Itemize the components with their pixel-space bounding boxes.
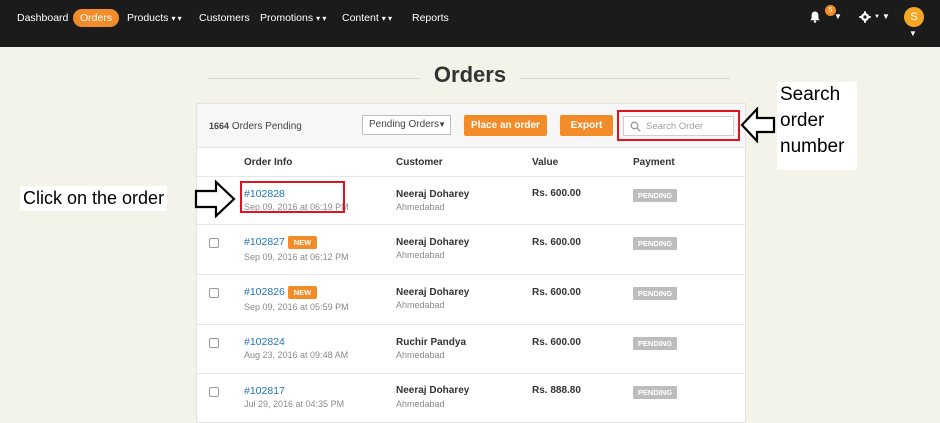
order-number-link[interactable]: #102824	[244, 336, 285, 348]
header-customer: Customer	[396, 157, 443, 168]
place-order-button[interactable]: Place an order	[464, 115, 547, 136]
header-order-info: Order Info	[244, 157, 293, 168]
nav-promotions-label: Promotions	[260, 12, 314, 24]
chevron-down-icon[interactable]: ▼	[882, 12, 890, 21]
payment-status-badge: PENDING	[633, 386, 677, 399]
search-highlight-box	[617, 110, 740, 141]
payment-status-badge: PENDING	[633, 237, 677, 250]
customer-city: Ahmedabad	[396, 250, 445, 260]
row-divider	[197, 373, 745, 374]
nav-content-label: Content	[342, 12, 379, 24]
order-highlight-box	[240, 181, 345, 213]
customer-name: Neeraj Doharey	[396, 287, 470, 298]
new-badge: NEW	[288, 286, 317, 299]
chevron-down-icon[interactable]: ▼	[909, 29, 917, 38]
export-button[interactable]: Export	[560, 115, 613, 136]
order-number-link[interactable]: #102817	[244, 385, 285, 397]
nav-orders-label: Orders	[80, 12, 113, 24]
order-number-link[interactable]: #102827	[244, 236, 285, 248]
nav-products[interactable]: Products ▾ ▾	[127, 9, 182, 27]
bell-icon[interactable]	[810, 11, 820, 23]
row-divider	[197, 274, 745, 275]
customer-city: Ahmedabad	[396, 350, 445, 360]
chevron-down-icon: ▾ ▾	[381, 14, 393, 23]
nav-products-label: Products	[127, 12, 169, 24]
chevron-down-icon: ▾ ▾	[171, 14, 182, 23]
customer-city: Ahmedabad	[396, 202, 445, 212]
customer-name: Neeraj Doharey	[396, 189, 470, 200]
order-status-select[interactable]: Pending Orders ▼	[362, 115, 451, 135]
nav-dashboard[interactable]: Dashboard	[17, 9, 68, 27]
annotation-search-order: Search order number	[777, 82, 857, 170]
order-number-link[interactable]: #102826	[244, 286, 285, 298]
nav-customers-label: Customers	[199, 12, 250, 24]
row-divider	[197, 224, 745, 225]
order-date: Sep 09, 2016 at 06:12 PM	[244, 252, 349, 262]
order-status-value: Pending Orders	[369, 119, 440, 130]
order-value: Rs. 888.80	[532, 385, 581, 396]
payment-status-badge: PENDING	[633, 337, 677, 350]
avatar[interactable]: S	[904, 7, 924, 27]
arrow-left-icon	[740, 107, 776, 143]
customer-name: Neeraj Doharey	[396, 385, 470, 396]
payment-status-badge: PENDING	[633, 189, 677, 202]
customer-city: Ahmedabad	[396, 300, 445, 310]
customer-city: Ahmedabad	[396, 399, 445, 409]
row-divider	[197, 324, 745, 325]
pending-count: 1664 Orders Pending	[209, 121, 302, 132]
gear-icon[interactable]	[859, 11, 871, 23]
order-value: Rs. 600.00	[532, 237, 581, 248]
order-date: Jul 29, 2016 at 04:35 PM	[244, 399, 345, 409]
customer-name: Neeraj Doharey	[396, 237, 470, 248]
payment-status-badge: PENDING	[633, 287, 677, 300]
row-checkbox[interactable]	[209, 288, 219, 298]
order-value: Rs. 600.00	[532, 337, 581, 348]
nav-customers[interactable]: Customers	[199, 9, 250, 27]
nav-orders[interactable]: Orders	[73, 9, 120, 27]
nav-dashboard-label: Dashboard	[17, 12, 69, 24]
pending-label: Orders Pending	[231, 121, 302, 132]
annotation-click-order: Click on the order	[20, 186, 168, 211]
chevron-down-icon[interactable]: ▼	[834, 12, 842, 21]
nav-reports[interactable]: Reports	[412, 9, 449, 27]
order-value: Rs. 600.00	[532, 287, 581, 298]
order-value: Rs. 600.00	[532, 188, 581, 199]
new-badge: NEW	[288, 236, 317, 249]
order-date: Aug 23, 2016 at 09:48 AM	[244, 350, 349, 360]
pending-number: 1664	[209, 121, 230, 131]
nav-promotions[interactable]: Promotions ▾ ▾	[260, 9, 326, 27]
order-date: Sep 09, 2016 at 05:59 PM	[244, 302, 349, 312]
row-checkbox[interactable]	[209, 338, 219, 348]
row-checkbox[interactable]	[209, 387, 219, 397]
top-navbar: Dashboard Orders Products ▾ ▾ Customers P…	[0, 0, 940, 47]
header-payment: Payment	[633, 157, 675, 168]
chevron-down-icon: ▼	[874, 14, 880, 20]
nav-reports-label: Reports	[412, 12, 449, 24]
customer-name: Ruchir Pandya	[396, 337, 467, 348]
header-value: Value	[532, 157, 559, 168]
header-divider	[197, 176, 745, 177]
row-checkbox[interactable]	[209, 238, 219, 248]
chevron-down-icon: ▾ ▾	[316, 14, 327, 23]
orders-panel: 1664 Orders Pending Pending Orders ▼ Pla…	[196, 103, 746, 423]
nav-content[interactable]: Content ▾ ▾	[342, 9, 392, 27]
arrow-right-icon	[194, 180, 236, 218]
chevron-down-icon: ▼	[438, 120, 446, 129]
